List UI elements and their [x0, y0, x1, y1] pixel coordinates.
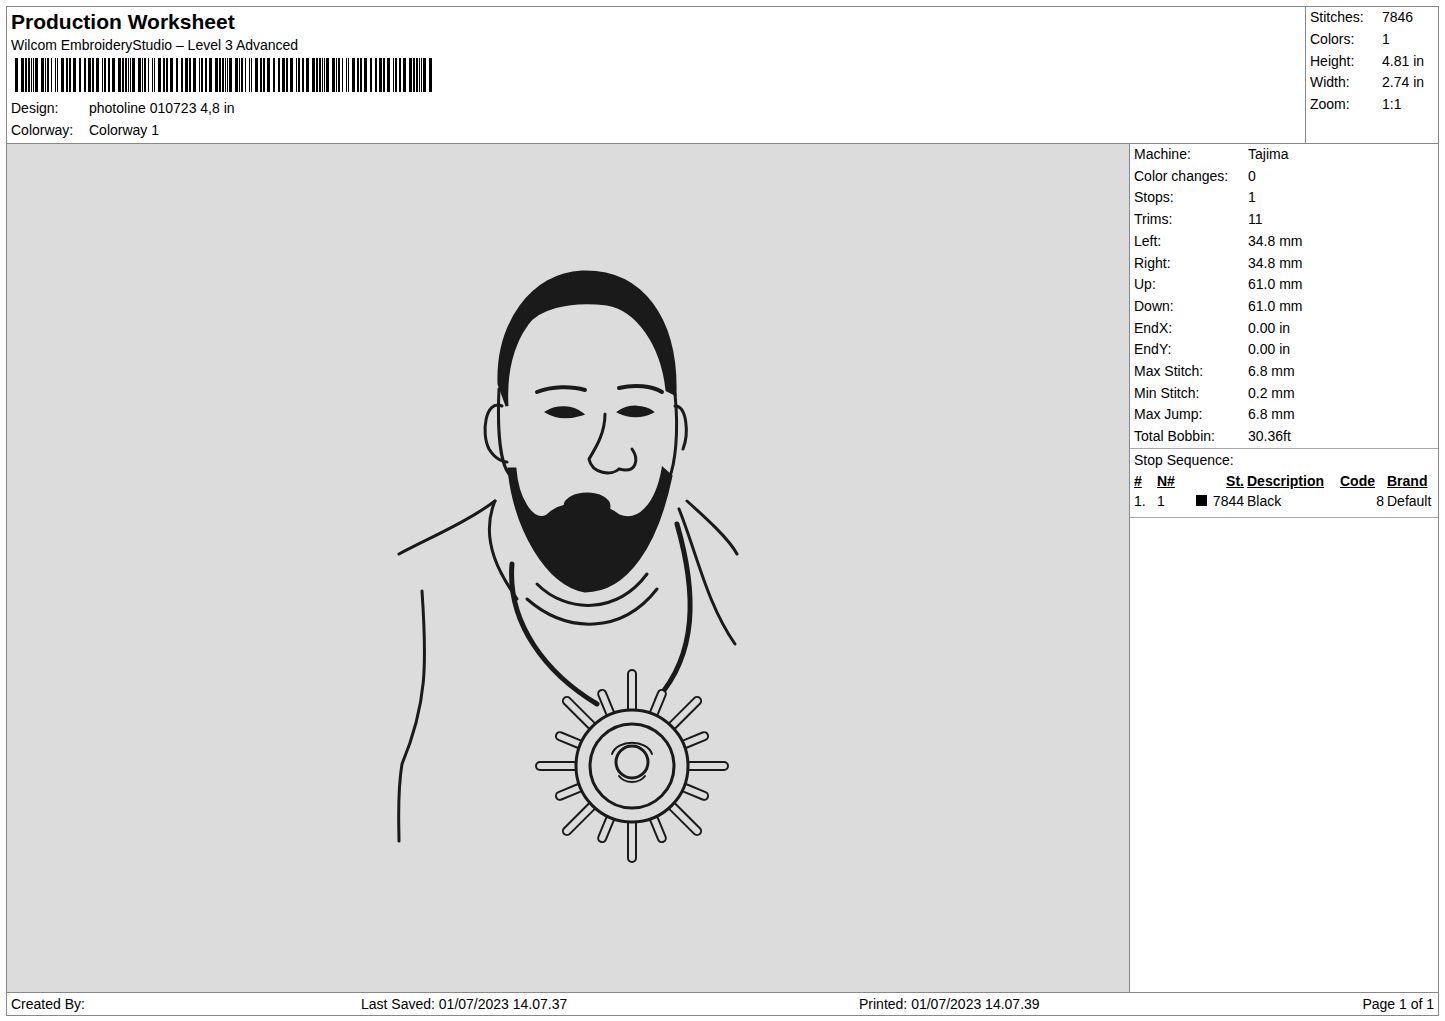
- property-label: Up:: [1134, 274, 1248, 296]
- property-row: Min Stitch:0.2 mm: [1134, 383, 1434, 405]
- summary-label: Colors:: [1310, 29, 1382, 51]
- property-row: Color changes:0: [1134, 166, 1434, 188]
- property-row: Max Jump:6.8 mm: [1134, 404, 1434, 426]
- summary-row: Stitches:7846: [1310, 7, 1434, 29]
- summary-value: 1:1: [1382, 94, 1401, 116]
- footer: Created By:Last Saved: 01/07/2023 14.07.…: [7, 992, 1438, 1015]
- field-label: Colorway:: [11, 119, 89, 141]
- summary-box: Stitches:7846Colors:1Height:4.81 inWidth…: [1305, 7, 1438, 143]
- property-value: 11: [1248, 209, 1263, 231]
- property-row: EndX:0.00 in: [1134, 318, 1434, 340]
- color-swatch-icon: [1196, 495, 1207, 506]
- title: Production Worksheet: [11, 9, 1301, 35]
- column-header: N#: [1157, 471, 1187, 491]
- summary-row: Colors:1: [1310, 29, 1434, 51]
- column-header: Code: [1340, 471, 1384, 491]
- stop-table: #N#St.DescriptionCodeBrand 1.17844Black8D…: [1134, 471, 1434, 511]
- property-label: Down:: [1134, 296, 1248, 318]
- property-value: 1: [1248, 187, 1256, 209]
- stop-sequence-title: Stop Sequence:: [1134, 449, 1434, 471]
- field-label: Design:: [11, 97, 89, 119]
- summary-value: 2.74 in: [1382, 72, 1424, 94]
- property-value: 61.0 mm: [1248, 274, 1302, 296]
- property-label: Max Stitch:: [1134, 361, 1248, 383]
- property-label: Max Jump:: [1134, 404, 1248, 426]
- property-value: Tajima: [1248, 144, 1288, 166]
- barcode-icon: [15, 58, 435, 92]
- needle-number: 1: [1157, 491, 1187, 511]
- stop-sequence: Stop Sequence:#N#St.DescriptionCodeBrand…: [1130, 449, 1438, 518]
- property-value: 0.00 in: [1248, 339, 1290, 361]
- properties: Machine:TajimaColor changes:0Stops:1Trim…: [1130, 144, 1438, 449]
- summary-label: Height:: [1310, 51, 1382, 73]
- property-row: Max Stitch:6.8 mm: [1134, 361, 1434, 383]
- property-value: 6.8 mm: [1248, 404, 1295, 426]
- property-label: Color changes:: [1134, 166, 1248, 188]
- stop-number: 1.: [1134, 491, 1154, 511]
- property-row: Up:61.0 mm: [1134, 274, 1434, 296]
- embroidery-design-icon: [7, 144, 1129, 992]
- thread-brand: Default: [1387, 491, 1434, 511]
- main: Machine:TajimaColor changes:0Stops:1Trim…: [7, 144, 1438, 992]
- column-header: Description: [1247, 471, 1337, 491]
- property-row: Trims:11: [1134, 209, 1434, 231]
- last-saved: Last Saved: 01/07/2023 14.07.37: [361, 994, 859, 1014]
- field-value: Colorway 1: [89, 119, 159, 141]
- property-row: EndY:0.00 in: [1134, 339, 1434, 361]
- header-info: Production WorksheetWilcom EmbroideryStu…: [7, 7, 1305, 143]
- property-label: EndX:: [1134, 318, 1248, 340]
- field-value: photoline 010723 4,8 in: [89, 97, 235, 119]
- summary-value: 7846: [1382, 7, 1413, 29]
- property-label: Machine:: [1134, 144, 1248, 166]
- summary-row: Height:4.81 in: [1310, 51, 1434, 73]
- created-by: Created By:: [11, 994, 361, 1014]
- property-row: Total Bobbin:30.36ft: [1134, 426, 1434, 448]
- property-row: Down:61.0 mm: [1134, 296, 1434, 318]
- property-value: 61.0 mm: [1248, 296, 1302, 318]
- header-field: Colorway:Colorway 1: [11, 119, 1301, 141]
- property-value: 34.8 mm: [1248, 231, 1302, 253]
- property-value: 0.00 in: [1248, 318, 1290, 340]
- property-row: Stops:1: [1134, 187, 1434, 209]
- summary-value: 4.81 in: [1382, 51, 1424, 73]
- worksheet-page: Production WorksheetWilcom EmbroideryStu…: [0, 0, 1445, 1021]
- summary-row: Width:2.74 in: [1310, 72, 1434, 94]
- summary-label: Stitches:: [1310, 7, 1382, 29]
- page-number: Page 1 of 1: [1362, 994, 1434, 1014]
- summary-label: Zoom:: [1310, 94, 1382, 116]
- summary-row: Zoom:1:1: [1310, 94, 1434, 116]
- property-value: 0: [1248, 166, 1256, 188]
- side-panel: Machine:TajimaColor changes:0Stops:1Trim…: [1130, 144, 1438, 992]
- property-label: EndY:: [1134, 339, 1248, 361]
- property-label: Trims:: [1134, 209, 1248, 231]
- software-name: Wilcom EmbroideryStudio – Level 3 Advanc…: [11, 35, 1301, 55]
- worksheet: Production WorksheetWilcom EmbroideryStu…: [6, 6, 1439, 1016]
- property-label: Left:: [1134, 231, 1248, 253]
- property-value: 0.2 mm: [1248, 383, 1295, 405]
- property-value: 6.8 mm: [1248, 361, 1295, 383]
- printed: Printed: 01/07/2023 14.07.39: [859, 994, 1362, 1014]
- column-header: Brand: [1387, 471, 1434, 491]
- property-value: 34.8 mm: [1248, 253, 1302, 275]
- header-field: Design:photoline 010723 4,8 in: [11, 97, 1301, 119]
- property-label: Min Stitch:: [1134, 383, 1248, 405]
- header: Production WorksheetWilcom EmbroideryStu…: [7, 7, 1438, 144]
- summary-label: Width:: [1310, 72, 1382, 94]
- property-label: Stops:: [1134, 187, 1248, 209]
- stitch-count: 7844: [1190, 491, 1244, 511]
- summary-value: 1: [1382, 29, 1390, 51]
- property-row: Right:34.8 mm: [1134, 253, 1434, 275]
- property-row: Left:34.8 mm: [1134, 231, 1434, 253]
- property-value: 30.36ft: [1248, 426, 1291, 448]
- column-header: St.: [1190, 471, 1244, 491]
- property-label: Right:: [1134, 253, 1248, 275]
- property-row: Machine:Tajima: [1134, 144, 1434, 166]
- column-header: #: [1134, 471, 1154, 491]
- thread-code: 8: [1340, 491, 1384, 511]
- design-canvas: [7, 144, 1130, 992]
- property-label: Total Bobbin:: [1134, 426, 1248, 448]
- thread-description: Black: [1247, 491, 1337, 511]
